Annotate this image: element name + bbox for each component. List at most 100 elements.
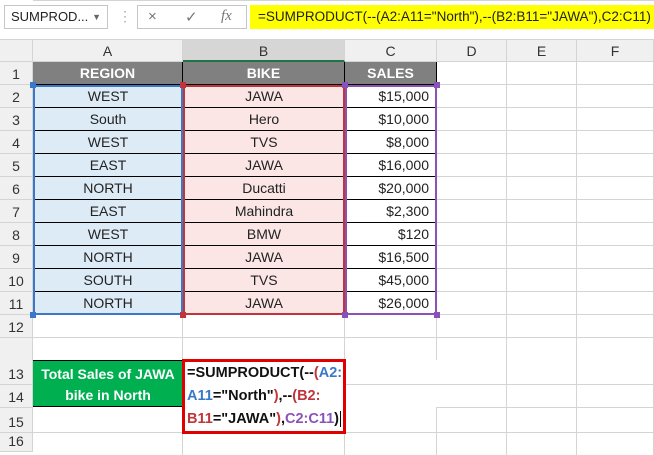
range-handle[interactable]: [434, 312, 440, 318]
row-header-5[interactable]: 5: [0, 154, 33, 177]
row-header-3[interactable]: 3: [0, 108, 33, 131]
gridline: [33, 337, 183, 338]
enter-icon[interactable]: ✓: [185, 8, 198, 26]
gridline: [507, 107, 577, 108]
gridline: [577, 268, 654, 269]
row-header-16[interactable]: 16: [0, 433, 33, 452]
gridline: [345, 432, 437, 433]
formula-edit-cell[interactable]: =SUMPRODUCT(--(A2: A11="North"),--(B2: B11…: [182, 359, 346, 434]
gridline: [507, 245, 577, 246]
gridline: [437, 432, 507, 433]
gridline: [437, 0, 507, 1]
row-header-13[interactable]: 13: [0, 338, 33, 385]
drag-handle-icon[interactable]: ⋮: [118, 8, 132, 25]
gridline: [183, 0, 345, 1]
gridline: [577, 199, 654, 200]
row-header-1[interactable]: 1: [0, 62, 33, 85]
gridline: [577, 291, 654, 292]
range-handle[interactable]: [180, 312, 186, 318]
gridline: [507, 130, 577, 131]
name-box[interactable]: SUMPROD... ▼: [4, 5, 108, 29]
gridline: [437, 337, 507, 338]
gridline: [577, 337, 654, 338]
row-header-11[interactable]: 11: [0, 292, 33, 315]
gridline: [437, 245, 507, 246]
gridline: [437, 84, 507, 85]
row-header-7[interactable]: 7: [0, 200, 33, 223]
gridline: [183, 337, 345, 338]
range-handle[interactable]: [30, 312, 36, 318]
gridline: [345, 384, 437, 385]
range-handle[interactable]: [30, 82, 36, 88]
gridline: [437, 153, 507, 154]
gridline: [436, 407, 437, 455]
range-handle[interactable]: [342, 312, 348, 318]
gridline: [577, 153, 654, 154]
insert-function-icon[interactable]: fx: [221, 8, 232, 25]
range-highlight-region: [33, 85, 183, 315]
column-header-c[interactable]: C: [345, 40, 437, 62]
row-header-12[interactable]: 12: [0, 315, 33, 338]
range-handle[interactable]: [342, 82, 348, 88]
column-header-b[interactable]: B: [183, 40, 345, 62]
row-header-8[interactable]: 8: [0, 223, 33, 246]
row-header-4[interactable]: 4: [0, 131, 33, 154]
chevron-down-icon[interactable]: ▼: [92, 6, 101, 28]
range-handle[interactable]: [434, 82, 440, 88]
gridline: [33, 432, 183, 433]
gridline: [507, 291, 577, 292]
row-header-15[interactable]: 15: [0, 408, 33, 433]
gridline: [507, 222, 577, 223]
row-header-14[interactable]: 14: [0, 385, 33, 408]
formula-input[interactable]: =SUMPRODUCT(--(A2:A11="North"),--(B2:B11…: [250, 5, 654, 29]
gridline: [577, 407, 654, 408]
formula-buttons: × ✓ fx: [137, 5, 247, 29]
column-header-d[interactable]: D: [437, 40, 507, 62]
row-header-6[interactable]: 6: [0, 177, 33, 200]
gridline: [507, 268, 577, 269]
gridline: [577, 0, 654, 1]
gridline: [33, 0, 183, 1]
name-box-value: SUMPROD...: [11, 9, 89, 24]
total-label-cell[interactable]: Total Sales of JAWA bike in North: [33, 360, 183, 407]
column-header-a[interactable]: A: [33, 40, 183, 62]
gridline: [507, 153, 577, 154]
range-handle[interactable]: [180, 82, 186, 88]
range-highlight-bike: [183, 85, 345, 315]
gridline: [507, 176, 577, 177]
select-all-corner[interactable]: [0, 40, 33, 62]
gridline: [577, 384, 654, 385]
gridline: [577, 130, 654, 131]
gridline: [437, 199, 507, 200]
column-header-f[interactable]: F: [577, 40, 654, 62]
gridline: [345, 337, 437, 338]
gridline: [345, 0, 437, 1]
cancel-icon[interactable]: ×: [148, 8, 157, 25]
gridline: [507, 432, 577, 433]
header-region[interactable]: REGION: [33, 62, 183, 85]
gridline: [577, 176, 654, 177]
gridline: [437, 314, 507, 315]
gridline: [437, 407, 507, 408]
column-header-e[interactable]: E: [507, 40, 577, 62]
gridline: [436, 315, 437, 360]
gridline: [437, 268, 507, 269]
gridline: [507, 199, 577, 200]
row-header-2[interactable]: 2: [0, 85, 33, 108]
gridline: [507, 337, 577, 338]
gridline: [437, 384, 507, 385]
gridline: [577, 84, 654, 85]
header-sales[interactable]: SALES: [345, 62, 437, 85]
gridline: [506, 62, 507, 455]
gridline: [437, 107, 507, 108]
gridline: [437, 291, 507, 292]
row-header-10[interactable]: 10: [0, 269, 33, 292]
gridline: [577, 245, 654, 246]
gridline: [507, 314, 577, 315]
gridline: [576, 62, 577, 455]
gridline: [507, 0, 577, 1]
row-header-9[interactable]: 9: [0, 246, 33, 269]
gridline: [182, 315, 183, 360]
gridline: [577, 222, 654, 223]
header-bike[interactable]: BIKE: [183, 62, 345, 85]
